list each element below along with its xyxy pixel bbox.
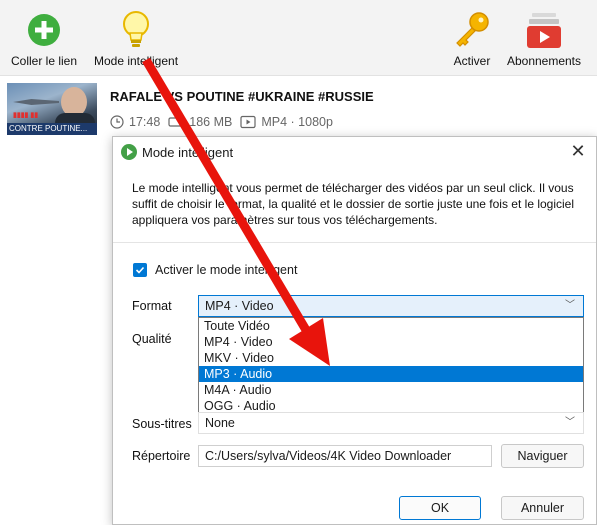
divider [113, 242, 596, 243]
directory-field[interactable]: C:/Users/sylva/Videos/4K Video Downloade… [198, 445, 492, 467]
subscriptions-label: Abonnements [506, 54, 582, 68]
quality-label: Qualité [132, 332, 172, 346]
smart-mode-checkbox[interactable] [133, 263, 147, 277]
activate-button[interactable]: Activer [448, 8, 496, 72]
format-option[interactable]: Toute Vidéo [199, 318, 583, 334]
video-thumbnail: ▮▮▮▮ ▮▮ CONTRE POUTINE... [7, 83, 97, 135]
video-size: 186 MB [189, 115, 233, 129]
browse-button[interactable]: Naviguer [501, 444, 584, 468]
download-item[interactable]: ▮▮▮▮ ▮▮ CONTRE POUTINE... RAFALE VS POUT… [0, 78, 597, 138]
hard-drive-icon [168, 117, 184, 127]
paste-link-button[interactable]: Coller le lien [6, 8, 82, 72]
format-option-highlighted[interactable]: MP3 · Audio [199, 366, 583, 382]
video-format: MP4 · 1080p [261, 115, 333, 129]
toolbar: Coller le lien Mode intelligent Activer … [0, 0, 597, 76]
video-title: RAFALE VS POUTINE #UKRAINE #RUSSIE [110, 89, 374, 104]
close-icon[interactable]: ✕ [568, 142, 588, 162]
format-option[interactable]: M4A · Audio [199, 382, 583, 398]
lightbulb-icon [121, 8, 151, 52]
format-label: Format [132, 299, 172, 313]
format-option[interactable]: MKV · Video [199, 350, 583, 366]
activate-label: Activer [453, 54, 491, 68]
smart-mode-checkbox-row[interactable]: Activer le mode intelligent [133, 263, 297, 277]
plus-circle-icon [27, 8, 61, 52]
dialog-description: Le mode intelligent vous permet de téléc… [132, 181, 575, 227]
subscriptions-button[interactable]: Abonnements [502, 8, 586, 72]
chevron-down-icon: ﹀ [565, 417, 575, 428]
directory-label: Répertoire [132, 449, 191, 463]
checkmark-icon [135, 266, 145, 274]
ok-button[interactable]: OK [399, 496, 481, 520]
thumbnail-caption: CONTRE POUTINE... [7, 123, 97, 135]
smart-mode-label: Mode intelligent [93, 54, 179, 68]
smart-mode-dialog: Mode intelligent ✕ Le mode intelligent v… [112, 136, 597, 525]
subtitles-select-value: None [205, 416, 235, 430]
clock-icon [110, 115, 124, 129]
smart-mode-button[interactable]: Mode intelligent [90, 8, 182, 72]
format-select[interactable]: MP4 · Video ﹀ [198, 295, 584, 317]
smart-mode-checkbox-label: Activer le mode intelligent [155, 263, 298, 277]
key-icon [452, 8, 492, 52]
video-meta: 17:48 186 MB MP4 · 1080p [110, 115, 341, 129]
chevron-down-icon: ﹀ [565, 300, 575, 311]
subtitles-select[interactable]: None ﹀ [198, 412, 584, 434]
video-file-icon [240, 115, 256, 129]
format-select-value: MP4 · Video [205, 299, 274, 313]
app-logo-icon [121, 144, 137, 160]
video-duration: 17:48 [129, 115, 161, 129]
youtube-subscriptions-icon [525, 8, 563, 52]
cancel-button[interactable]: Annuler [501, 496, 584, 520]
paste-link-label: Coller le lien [10, 54, 78, 68]
dialog-title: Mode intelligent [142, 144, 234, 160]
dialog-titlebar: Mode intelligent [113, 137, 596, 167]
subtitles-label: Sous-titres [132, 417, 192, 431]
format-option[interactable]: MP4 · Video [199, 334, 583, 350]
format-dropdown-list: Toute Vidéo MP4 · Video MKV · Video MP3 … [198, 317, 584, 413]
